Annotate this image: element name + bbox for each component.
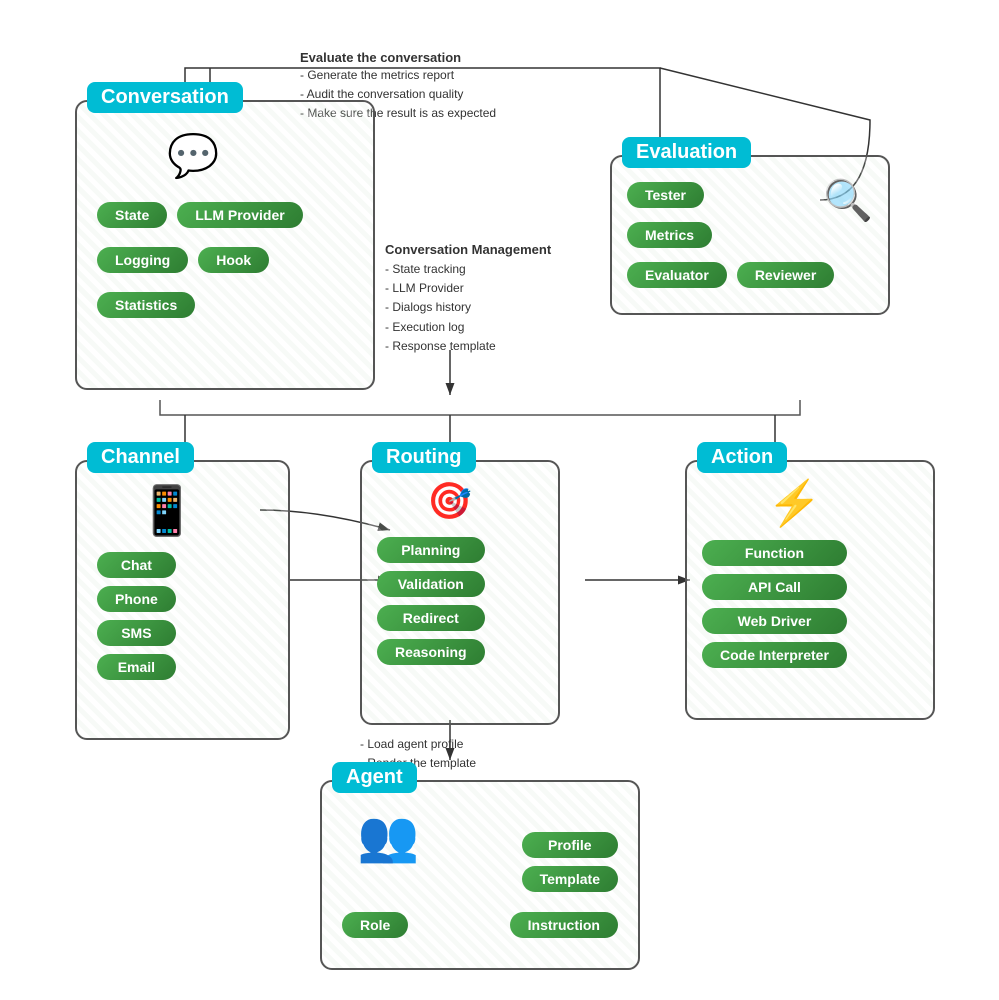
evaluation-box: Evaluation 🔍 Tester Metrics Evaluator Re…	[610, 155, 890, 315]
whatsapp-icon: 📱	[137, 482, 197, 539]
agent-title: Agent	[332, 762, 417, 793]
chat-icon: 💬	[167, 132, 219, 181]
evaluation-title: Evaluation	[622, 137, 751, 168]
pill-instruction: Instruction	[510, 912, 618, 938]
pill-planning: Planning	[377, 537, 485, 563]
pill-phone: Phone	[97, 586, 176, 612]
conv-mgmt-title: Conversation Management	[385, 240, 551, 261]
action-title: Action	[697, 442, 787, 473]
channel-box: Channel 📱 Chat Phone SMS Email	[75, 460, 290, 740]
channel-title: Channel	[87, 442, 194, 473]
pill-code-interpreter: Code Interpreter	[702, 642, 847, 668]
diagram: Evaluate the conversation - Generate the…	[0, 0, 999, 1000]
pill-hook: Hook	[198, 247, 269, 273]
routing-title: Routing	[372, 442, 476, 473]
pill-function: Function	[702, 540, 847, 566]
pill-validation: Validation	[377, 571, 485, 597]
pill-tester: Tester	[627, 182, 704, 208]
agent-box: Agent 👥 Role Profile Template Instructio…	[320, 780, 640, 970]
action-box: Action ⚡ Function API Call Web Driver Co…	[685, 460, 935, 720]
pill-logging: Logging	[97, 247, 188, 273]
reviewer-icon: 🔍	[823, 177, 873, 224]
pill-evaluator: Evaluator	[627, 262, 727, 288]
routing-icon: 🎯	[427, 480, 472, 522]
conversation-title: Conversation	[87, 82, 243, 113]
pill-template: Template	[522, 866, 618, 892]
conversation-box: Conversation 💬 State LLM Provider Loggin…	[75, 100, 375, 390]
pill-sms: SMS	[97, 620, 176, 646]
pill-role: Role	[342, 912, 408, 938]
pill-metrics: Metrics	[627, 222, 712, 248]
agent-icon: 👥	[357, 807, 419, 866]
pill-profile: Profile	[522, 832, 618, 858]
pill-web-driver: Web Driver	[702, 608, 847, 634]
pill-reviewer: Reviewer	[737, 262, 834, 288]
lightning-icon: ⚡	[767, 477, 822, 529]
pill-statistics: Statistics	[97, 292, 195, 318]
pill-state: State	[97, 202, 167, 228]
pill-api-call: API Call	[702, 574, 847, 600]
pill-email: Email	[97, 654, 176, 680]
pill-llm: LLM Provider	[177, 202, 302, 228]
pill-chat: Chat	[97, 552, 176, 578]
pill-reasoning: Reasoning	[377, 639, 485, 665]
pill-redirect: Redirect	[377, 605, 485, 631]
conv-mgmt-bullets: - State tracking - LLM Provider - Dialog…	[385, 260, 496, 356]
routing-box: Routing 🎯 Planning Validation Redirect R…	[360, 460, 560, 725]
